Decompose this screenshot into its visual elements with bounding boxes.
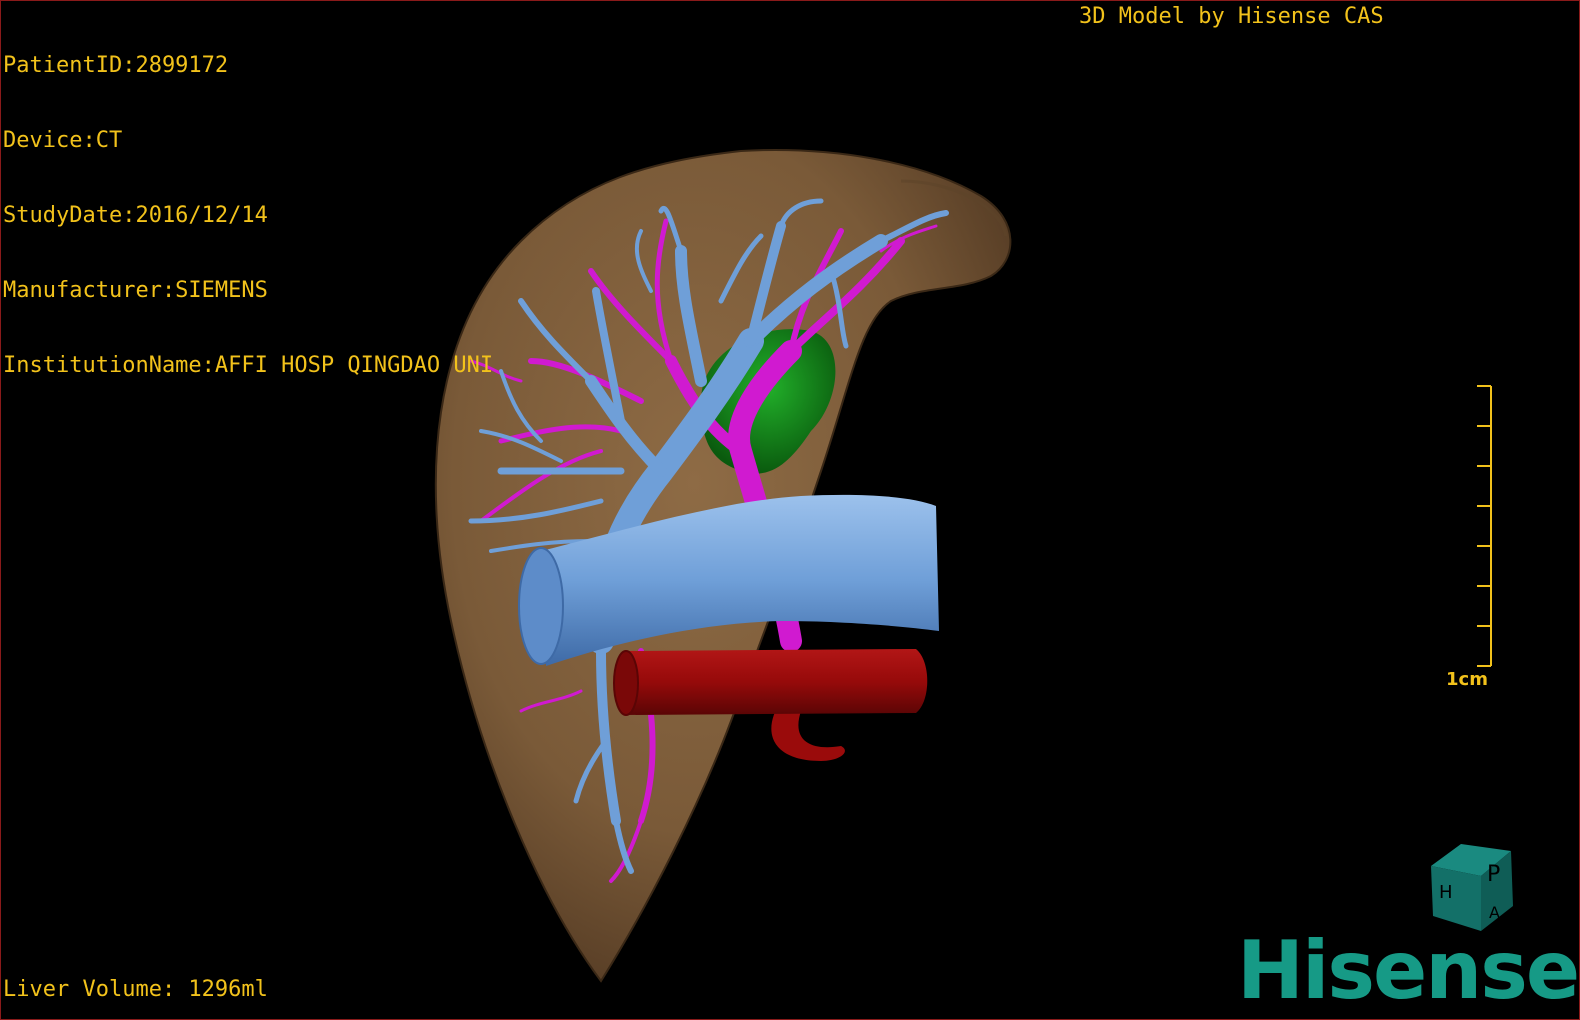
patient-id-text: PatientID:2899172 (3, 53, 229, 78)
hisense-logo: Hisense (1237, 924, 1579, 1017)
orientation-cube-icon[interactable]: P H A (1421, 836, 1521, 936)
scale-bar-ruler (1477, 385, 1492, 667)
cube-face-h-label: H (1439, 882, 1453, 903)
inferior-vena-cava (613, 649, 928, 716)
dicom-info-panel: PatientID:2899172 Device:CT StudyDate:20… (3, 3, 493, 428)
study-date-text: StudyDate:2016/12/14 (3, 203, 268, 228)
device-text: Device:CT (3, 128, 123, 153)
liver-volume-text: Liver Volume: 1296ml (3, 977, 268, 1002)
cube-face-a-label: A (1489, 903, 1500, 922)
institution-text: InstitutionName:AFFI HOSP QINGDAO UNI (3, 353, 494, 378)
scale-bar-label: 1cm (1446, 669, 1488, 690)
cube-face-p-label: P (1487, 862, 1500, 887)
3d-model-viewport[interactable]: PatientID:2899172 Device:CT StudyDate:20… (0, 0, 1580, 1020)
manufacturer-text: Manufacturer:SIEMENS (3, 278, 268, 303)
app-credit-text: 3D Model by Hisense CAS (1079, 4, 1384, 29)
